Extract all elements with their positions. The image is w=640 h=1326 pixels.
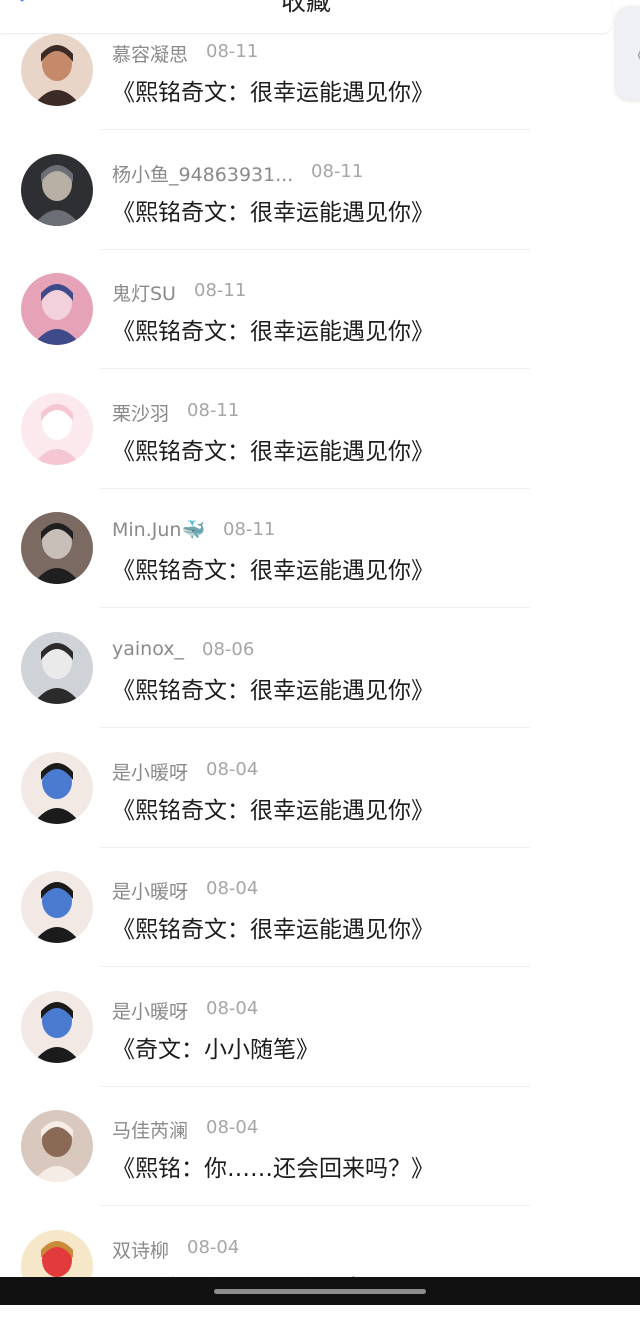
author-name: 马佳芮澜 <box>112 1120 189 1142</box>
item-date: 08-11 <box>311 161 364 182</box>
favorite-item[interactable]: 双诗柳08-04《熙铭：你……还会回来吗？》 <box>0 1206 640 1326</box>
home-indicator[interactable] <box>214 1289 426 1294</box>
author-name: Min.Jun🐳 <box>112 519 206 541</box>
top-bar: 收藏 <box>0 0 612 34</box>
item-date: 08-11 <box>187 400 240 421</box>
favorite-item[interactable]: 是小暖呀 08-04 《熙铭奇文：很幸运能遇见你》 <box>0 847 640 967</box>
story-title[interactable]: 《熙铭奇文：很幸运能遇见你》 <box>112 671 434 705</box>
story-title[interactable]: 《熙铭奇文：很幸运能遇见你》 <box>112 791 434 825</box>
story-title[interactable]: 《熙铭奇文：很幸运能遇见你》 <box>112 73 434 107</box>
author-name: 是小暖呀 <box>112 762 189 784</box>
avatar[interactable] <box>21 1110 93 1182</box>
item-date: 08-04 <box>206 998 259 1019</box>
side-drawer-handle[interactable]: 《 <box>616 6 640 100</box>
author-name: 是小暖呀 <box>112 881 189 903</box>
story-title[interactable]: 《熙铭奇文：很幸运能遇见你》 <box>112 551 434 585</box>
favorite-item[interactable]: 是小暖呀 08-04 《熙铭奇文：很幸运能遇见你》 <box>0 728 640 848</box>
author-name: 双诗柳 <box>112 1240 170 1262</box>
item-date: 08-11 <box>194 280 247 301</box>
story-title[interactable]: 《熙铭奇文：很幸运能遇见你》 <box>112 910 434 944</box>
story-title[interactable]: 《奇文：小小随笔》 <box>112 1030 319 1064</box>
author-name: yainox_ <box>112 638 184 660</box>
favorite-item[interactable]: 是小暖呀 08-04 《奇文：小小随笔》 <box>0 967 640 1087</box>
item-date: 08-04 <box>206 878 259 899</box>
item-date: 08-11 <box>223 519 276 540</box>
story-title[interactable]: 《熙铭奇文：很幸运能遇见你》 <box>112 193 434 227</box>
favorite-item[interactable]: 鬼灯SU 08-11 《熙铭奇文：很幸运能遇见你》 <box>0 249 640 369</box>
item-date: 08-06 <box>202 639 255 660</box>
story-title[interactable]: 《熙铭奇文：很幸运能遇见你》 <box>112 312 434 346</box>
avatar[interactable] <box>21 632 93 704</box>
avatar[interactable] <box>21 752 93 824</box>
item-date: 08-11 <box>206 41 259 62</box>
author-name: 杨小鱼_94863931... <box>112 164 294 186</box>
author-name: 慕容凝思 <box>112 44 189 66</box>
favorite-item[interactable]: yainox_ 08-06 《熙铭奇文：很幸运能遇见你》 <box>0 608 640 728</box>
page-title: 收藏 <box>280 0 331 16</box>
avatar[interactable] <box>21 34 93 106</box>
story-title[interactable]: 《熙铭：你……还会回来吗？》 <box>112 1149 434 1183</box>
collapse-handle-icon: 《 <box>625 36 640 71</box>
system-navigation-bar <box>0 1277 640 1305</box>
avatar[interactable] <box>21 871 93 943</box>
story-title[interactable]: 《熙铭奇文：很幸运能遇见你》 <box>112 432 434 466</box>
favorite-item[interactable]: 马佳芮澜 08-04 《熙铭：你……还会回来吗？》 <box>0 1086 640 1206</box>
item-date: 08-04 <box>206 759 259 780</box>
avatar[interactable] <box>21 154 93 226</box>
avatar[interactable] <box>21 512 93 584</box>
favorite-item[interactable]: Min.Jun🐳 08-11 《熙铭奇文：很幸运能遇见你》 <box>0 488 640 608</box>
favorite-item[interactable]: 杨小鱼_94863931... 08-11 《熙铭奇文：很幸运能遇见你》 <box>0 130 640 250</box>
item-date: 08-04 <box>206 1117 259 1138</box>
favorite-item[interactable]: 栗沙羽 08-11 《熙铭奇文：很幸运能遇见你》 <box>0 369 640 489</box>
avatar[interactable] <box>21 393 93 465</box>
item-date: 08-04 <box>187 1237 240 1258</box>
author-name: 栗沙羽 <box>112 403 170 425</box>
avatar[interactable] <box>21 273 93 345</box>
author-name: 是小暖呀 <box>112 1001 189 1023</box>
avatar[interactable] <box>21 991 93 1063</box>
author-name: 鬼灯SU <box>112 283 176 305</box>
